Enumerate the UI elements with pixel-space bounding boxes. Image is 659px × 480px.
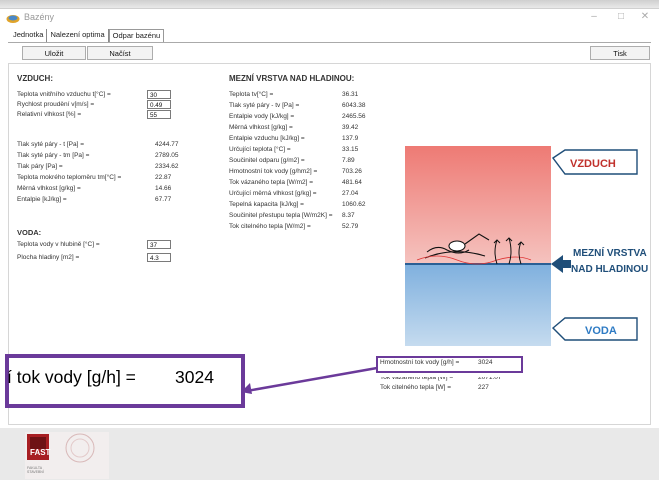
boundary-label: Entalpie vody [kJ/kg] = xyxy=(229,113,295,120)
water-temp-input[interactable]: 37 xyxy=(147,240,171,249)
boundary-value: 1060.62 xyxy=(342,201,366,208)
air-output-value: 14.66 xyxy=(155,185,172,192)
water-region xyxy=(405,264,551,346)
tab-divider xyxy=(8,42,651,43)
close-icon[interactable]: ✕ xyxy=(635,11,655,22)
boundary-label: Měrná vlhkost [g/kg] = xyxy=(229,124,293,131)
air-output-label: Tlak syté páry - t [Pa] = xyxy=(17,141,85,148)
boundary-label: Součinitel odparu [g/m2] = xyxy=(229,157,305,164)
background-window-edge xyxy=(0,0,659,8)
logo-text: FAST xyxy=(30,448,51,457)
boundary-label: Tlak syté páry - tv [Pa] = xyxy=(229,102,300,109)
air-humidity-input[interactable]: 55 xyxy=(147,110,171,119)
minimize-icon[interactable]: – xyxy=(584,11,604,22)
air-output-value: 2789.05 xyxy=(155,152,179,159)
boundary-label: Entalpie vzduchu [kJ/kg] = xyxy=(229,135,305,142)
logo-subtitle: STAVEBNÍ xyxy=(27,470,44,474)
boundary-label: Tok vázaného tepla [W/m2] = xyxy=(229,179,314,186)
zoom-callout: í tok vody [g/h] = 3024 xyxy=(5,354,245,408)
layer-label-line1: MEZNÍ VRSTVA xyxy=(573,246,647,259)
maximize-icon[interactable]: □ xyxy=(611,11,631,22)
air-heading: VZDUCH: xyxy=(17,74,53,83)
result-value: 3024 xyxy=(478,359,493,366)
boundary-value: 33.15 xyxy=(342,146,359,153)
result-label: Tok vázaného tepla [W] = xyxy=(380,374,454,381)
boundary-label: Součinitel přestupu tepla [W/m2K] = xyxy=(229,212,333,219)
air-output-value: 2334.62 xyxy=(155,163,179,170)
boundary-value: 703.26 xyxy=(342,168,362,175)
window-title: Bazény xyxy=(24,12,55,22)
save-button[interactable]: Uložit xyxy=(22,46,86,60)
app-icon xyxy=(6,15,20,23)
water-heading: VODA: xyxy=(17,228,42,237)
pool-diagram: VZDUCH MEZNÍ VRSTVA NAD HLADINOU VODA xyxy=(405,146,648,346)
air-output-label: Tlak páry [Pa] = xyxy=(17,163,63,170)
result-value: 2071.07 xyxy=(478,374,502,381)
boundary-value: 2465.56 xyxy=(342,113,366,120)
air-output-value: 4244.77 xyxy=(155,141,179,148)
air-output-label: Měrná vlhkost [g/kg] = xyxy=(17,185,81,192)
boundary-label: Určující měrná vlhkost [g/kg] = xyxy=(229,190,317,197)
boundary-value: 39.42 xyxy=(342,124,359,131)
main-panel: VZDUCH: Teplota vnitřního vzduchu t[°C] … xyxy=(5,63,651,479)
layer-label-line2: NAD HLADINOU xyxy=(571,264,648,275)
air-temp-input[interactable]: 30 xyxy=(147,90,171,99)
boundary-value: 481.64 xyxy=(342,179,362,186)
air-output-value: 22.87 xyxy=(155,174,172,181)
air-humidity-label: Relativní vlhkost [%] = xyxy=(17,111,82,118)
callout-value: 3024 xyxy=(175,367,214,387)
water-temp-label: Teplota vody v hlubině [°C] = xyxy=(17,241,100,248)
boundary-label: Hmotnostní tok vody [g/hm2] = xyxy=(229,168,318,175)
tab-odpar-bazenu[interactable]: Odpar bazénu xyxy=(108,29,165,42)
air-velocity-input[interactable]: 0.49 xyxy=(147,100,171,109)
boundary-value: 8.37 xyxy=(342,212,355,219)
air-velocity-label: Rychlost proudění v[m/s] = xyxy=(17,101,95,108)
tab-nalezeni-optima[interactable]: Nalezení optima xyxy=(47,29,109,42)
title-bar: Bazény – □ ✕ xyxy=(0,9,659,27)
load-button[interactable]: Načíst xyxy=(87,46,153,60)
tab-strip: Jednotka Nalezení optima Odpar bazénu xyxy=(10,29,165,42)
boundary-label: Teplota tv[°C] = xyxy=(229,91,274,98)
boundary-label: Určující teplota [°C] = xyxy=(229,146,291,153)
boundary-heading: MEZNÍ VRSTVA NAD HLADINOU: xyxy=(229,74,355,83)
boundary-value: 52.79 xyxy=(342,223,359,230)
water-label: VODA xyxy=(585,325,617,337)
app-window: Bazény – □ ✕ Jednotka Nalezení optima Od… xyxy=(0,8,659,479)
boundary-value: 6043.38 xyxy=(342,102,366,109)
air-label: VZDUCH xyxy=(570,158,616,170)
result-label: Hmotnostní tok vody [g/h] = xyxy=(380,359,460,366)
air-output-value: 67.77 xyxy=(155,196,172,203)
print-button[interactable]: Tisk xyxy=(590,46,650,60)
air-output-label: Entalpie [kJ/kg] = xyxy=(17,196,67,203)
air-output-label: Teplota mokrého teploměru tm[°C] = xyxy=(17,174,122,181)
tab-jednotka[interactable]: Jednotka xyxy=(10,29,48,42)
water-area-label: Plocha hladiny [m2] = xyxy=(17,254,80,261)
air-temp-label: Teplota vnitřního vzduchu t[°C] = xyxy=(17,91,111,98)
callout-label: í tok vody [g/h] = xyxy=(7,367,136,387)
boundary-value: 137.9 xyxy=(342,135,359,142)
air-region xyxy=(405,146,551,264)
boundary-label: Tepelná kapacita [kJ/kg] = xyxy=(229,201,304,208)
result-label: Tok citelného tepla [W] = xyxy=(380,384,451,391)
boundary-label: Tok citelného tepla [W/m2] = xyxy=(229,223,311,230)
callout-arrow xyxy=(241,366,378,394)
layer-arrow xyxy=(551,255,571,273)
boundary-value: 7.89 xyxy=(342,157,355,164)
air-output-label: Tlak syté páry - tm [Pa] = xyxy=(17,152,90,159)
boundary-value: 27.04 xyxy=(342,190,359,197)
boundary-value: 36.31 xyxy=(342,91,359,98)
result-value: 227 xyxy=(478,384,489,391)
water-area-input[interactable]: 4.3 xyxy=(147,253,171,262)
